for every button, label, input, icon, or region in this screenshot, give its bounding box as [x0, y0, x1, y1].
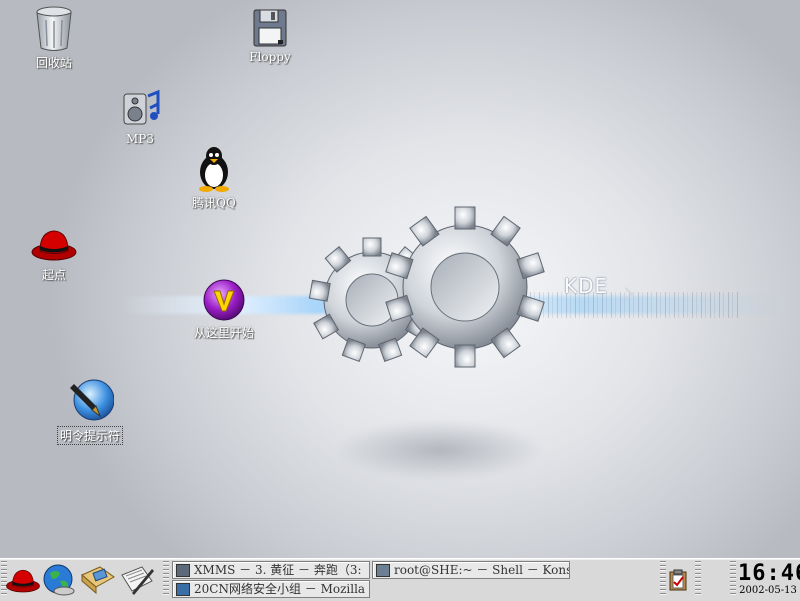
gear-shadow: [335, 420, 545, 480]
panel-separator[interactable]: [695, 561, 701, 597]
terminal-pen-icon: [70, 379, 114, 421]
desktop-icon-label: 回收站: [35, 56, 72, 70]
desktop-icon-floppy[interactable]: Floppy: [238, 8, 302, 64]
browser-globe-icon[interactable]: [42, 563, 76, 597]
file-manager-icon[interactable]: [80, 565, 116, 595]
desktop-icon-label: 明令提示符: [56, 426, 123, 445]
clock-applet[interactable]: 16:46 2002-05-13: [738, 559, 800, 600]
desktop-icon-label: 从这里开始: [193, 326, 254, 340]
task-label: 20CN网络安全小组 － Mozilla: [194, 582, 366, 596]
kde-gears-logo: [308, 206, 545, 368]
redhat-icon: [31, 230, 77, 261]
desktop-icon-label: MP3: [126, 132, 154, 146]
panel-separator[interactable]: [660, 561, 666, 597]
desktop-icon-start-here[interactable]: 从这里开始: [184, 278, 264, 341]
desktop-icon-redhat[interactable]: 起点: [22, 224, 86, 283]
mozilla-task-icon: [176, 583, 190, 596]
panel-separator[interactable]: [163, 561, 169, 597]
task-button-xmms[interactable]: XMMS － 3. 黄征 － 奔跑（3:: [172, 561, 370, 579]
task-label: XMMS － 3. 黄征 － 奔跑（3:: [194, 563, 362, 577]
task-button-mozilla[interactable]: 20CN网络安全小组 － Mozilla: [172, 580, 370, 598]
kde-chevron: ›: [622, 273, 636, 313]
xmms-task-icon: [176, 564, 190, 577]
kicker-panel: XMMS － 3. 黄征 － 奔跑（3: root@SHE:~ － Shell …: [0, 558, 800, 601]
penguin-icon: [199, 147, 229, 192]
start-v-icon: [203, 279, 245, 321]
clock-time: 16:46: [738, 561, 800, 586]
mp3-speaker-icon: [123, 89, 160, 125]
task-button-konsole[interactable]: root@SHE:~ － Shell － Konsole: [372, 561, 570, 579]
kde-wordmark: KDE: [564, 274, 609, 298]
panel-handle-right[interactable]: [730, 561, 736, 597]
desktop-icon-terminal[interactable]: 明令提示符: [50, 376, 130, 445]
konsole-task-icon: [376, 564, 390, 577]
desktop-icon-label: 腾讯QQ: [192, 196, 236, 210]
klipper-clipboard-icon[interactable]: [668, 569, 688, 591]
floppy-icon: [253, 9, 287, 47]
desktop[interactable]: KDE › 回收站 Floppy MP3 腾讯QQ 起点 从这里开始 明令提示符: [0, 0, 800, 558]
redhat-menu-icon[interactable]: [4, 565, 42, 595]
desktop-icon-mp3[interactable]: MP3: [108, 86, 172, 146]
text-editor-icon[interactable]: [118, 563, 156, 597]
desktop-icon-qq[interactable]: 腾讯QQ: [182, 146, 246, 211]
desktop-icon-trash[interactable]: 回收站: [22, 6, 86, 71]
desktop-icon-label: Floppy: [249, 50, 291, 64]
desktop-icon-label: 起点: [41, 268, 66, 282]
trash-icon: [36, 6, 72, 51]
task-label: root@SHE:~ － Shell － Konsole: [394, 563, 569, 577]
clock-date: 2002-05-13: [739, 585, 797, 596]
